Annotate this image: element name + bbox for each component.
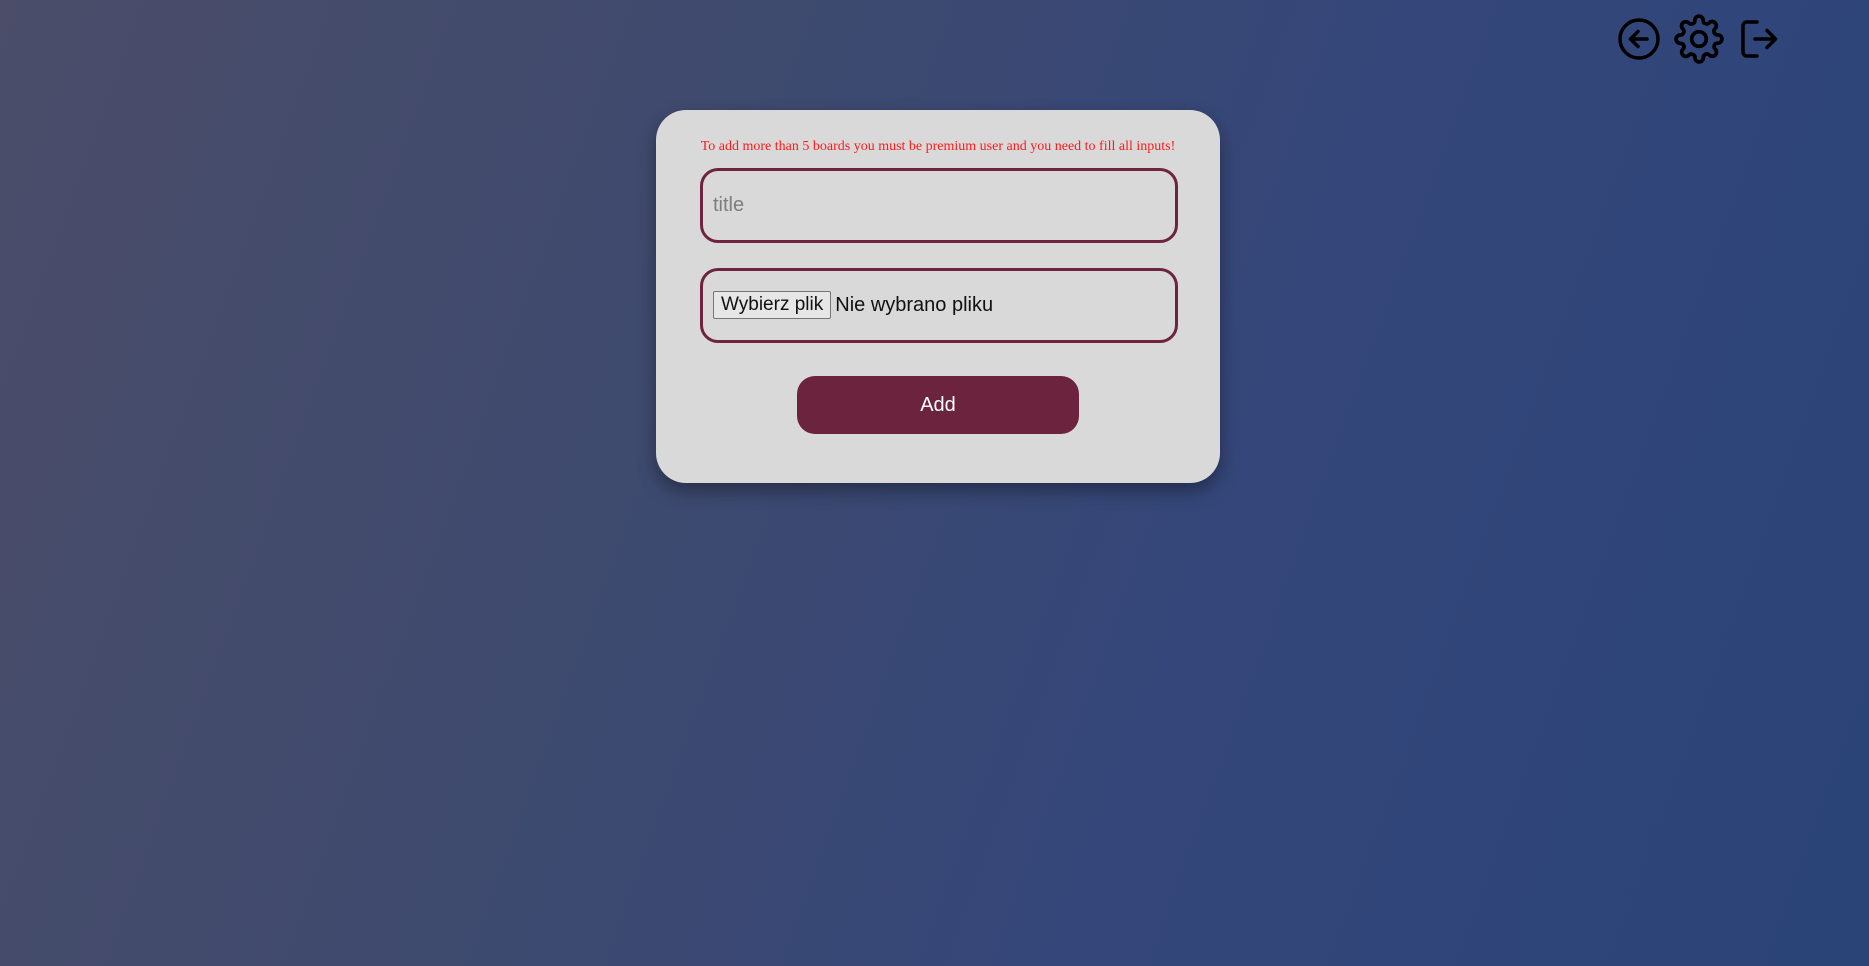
gear-icon [1674, 14, 1724, 64]
logout-button[interactable] [1734, 14, 1784, 64]
file-field-container: Wybierz plik Nie wybrano pliku [700, 268, 1178, 343]
file-status-label: Nie wybrano pliku [835, 293, 994, 316]
file-input: Wybierz plik Nie wybrano pliku [713, 291, 993, 319]
title-field-container [700, 168, 1178, 243]
top-toolbar [1614, 14, 1784, 64]
settings-button[interactable] [1674, 14, 1724, 64]
logout-icon [1741, 20, 1778, 58]
choose-file-button[interactable]: Wybierz plik [713, 291, 832, 319]
title-input[interactable] [713, 171, 1163, 240]
back-button[interactable] [1614, 14, 1664, 64]
premium-notice: To add more than 5 boards you must be pr… [700, 139, 1176, 154]
add-button[interactable]: Add [797, 376, 1079, 434]
add-board-card: To add more than 5 boards you must be pr… [656, 110, 1220, 483]
arrow-left-circle-icon [1618, 18, 1660, 60]
